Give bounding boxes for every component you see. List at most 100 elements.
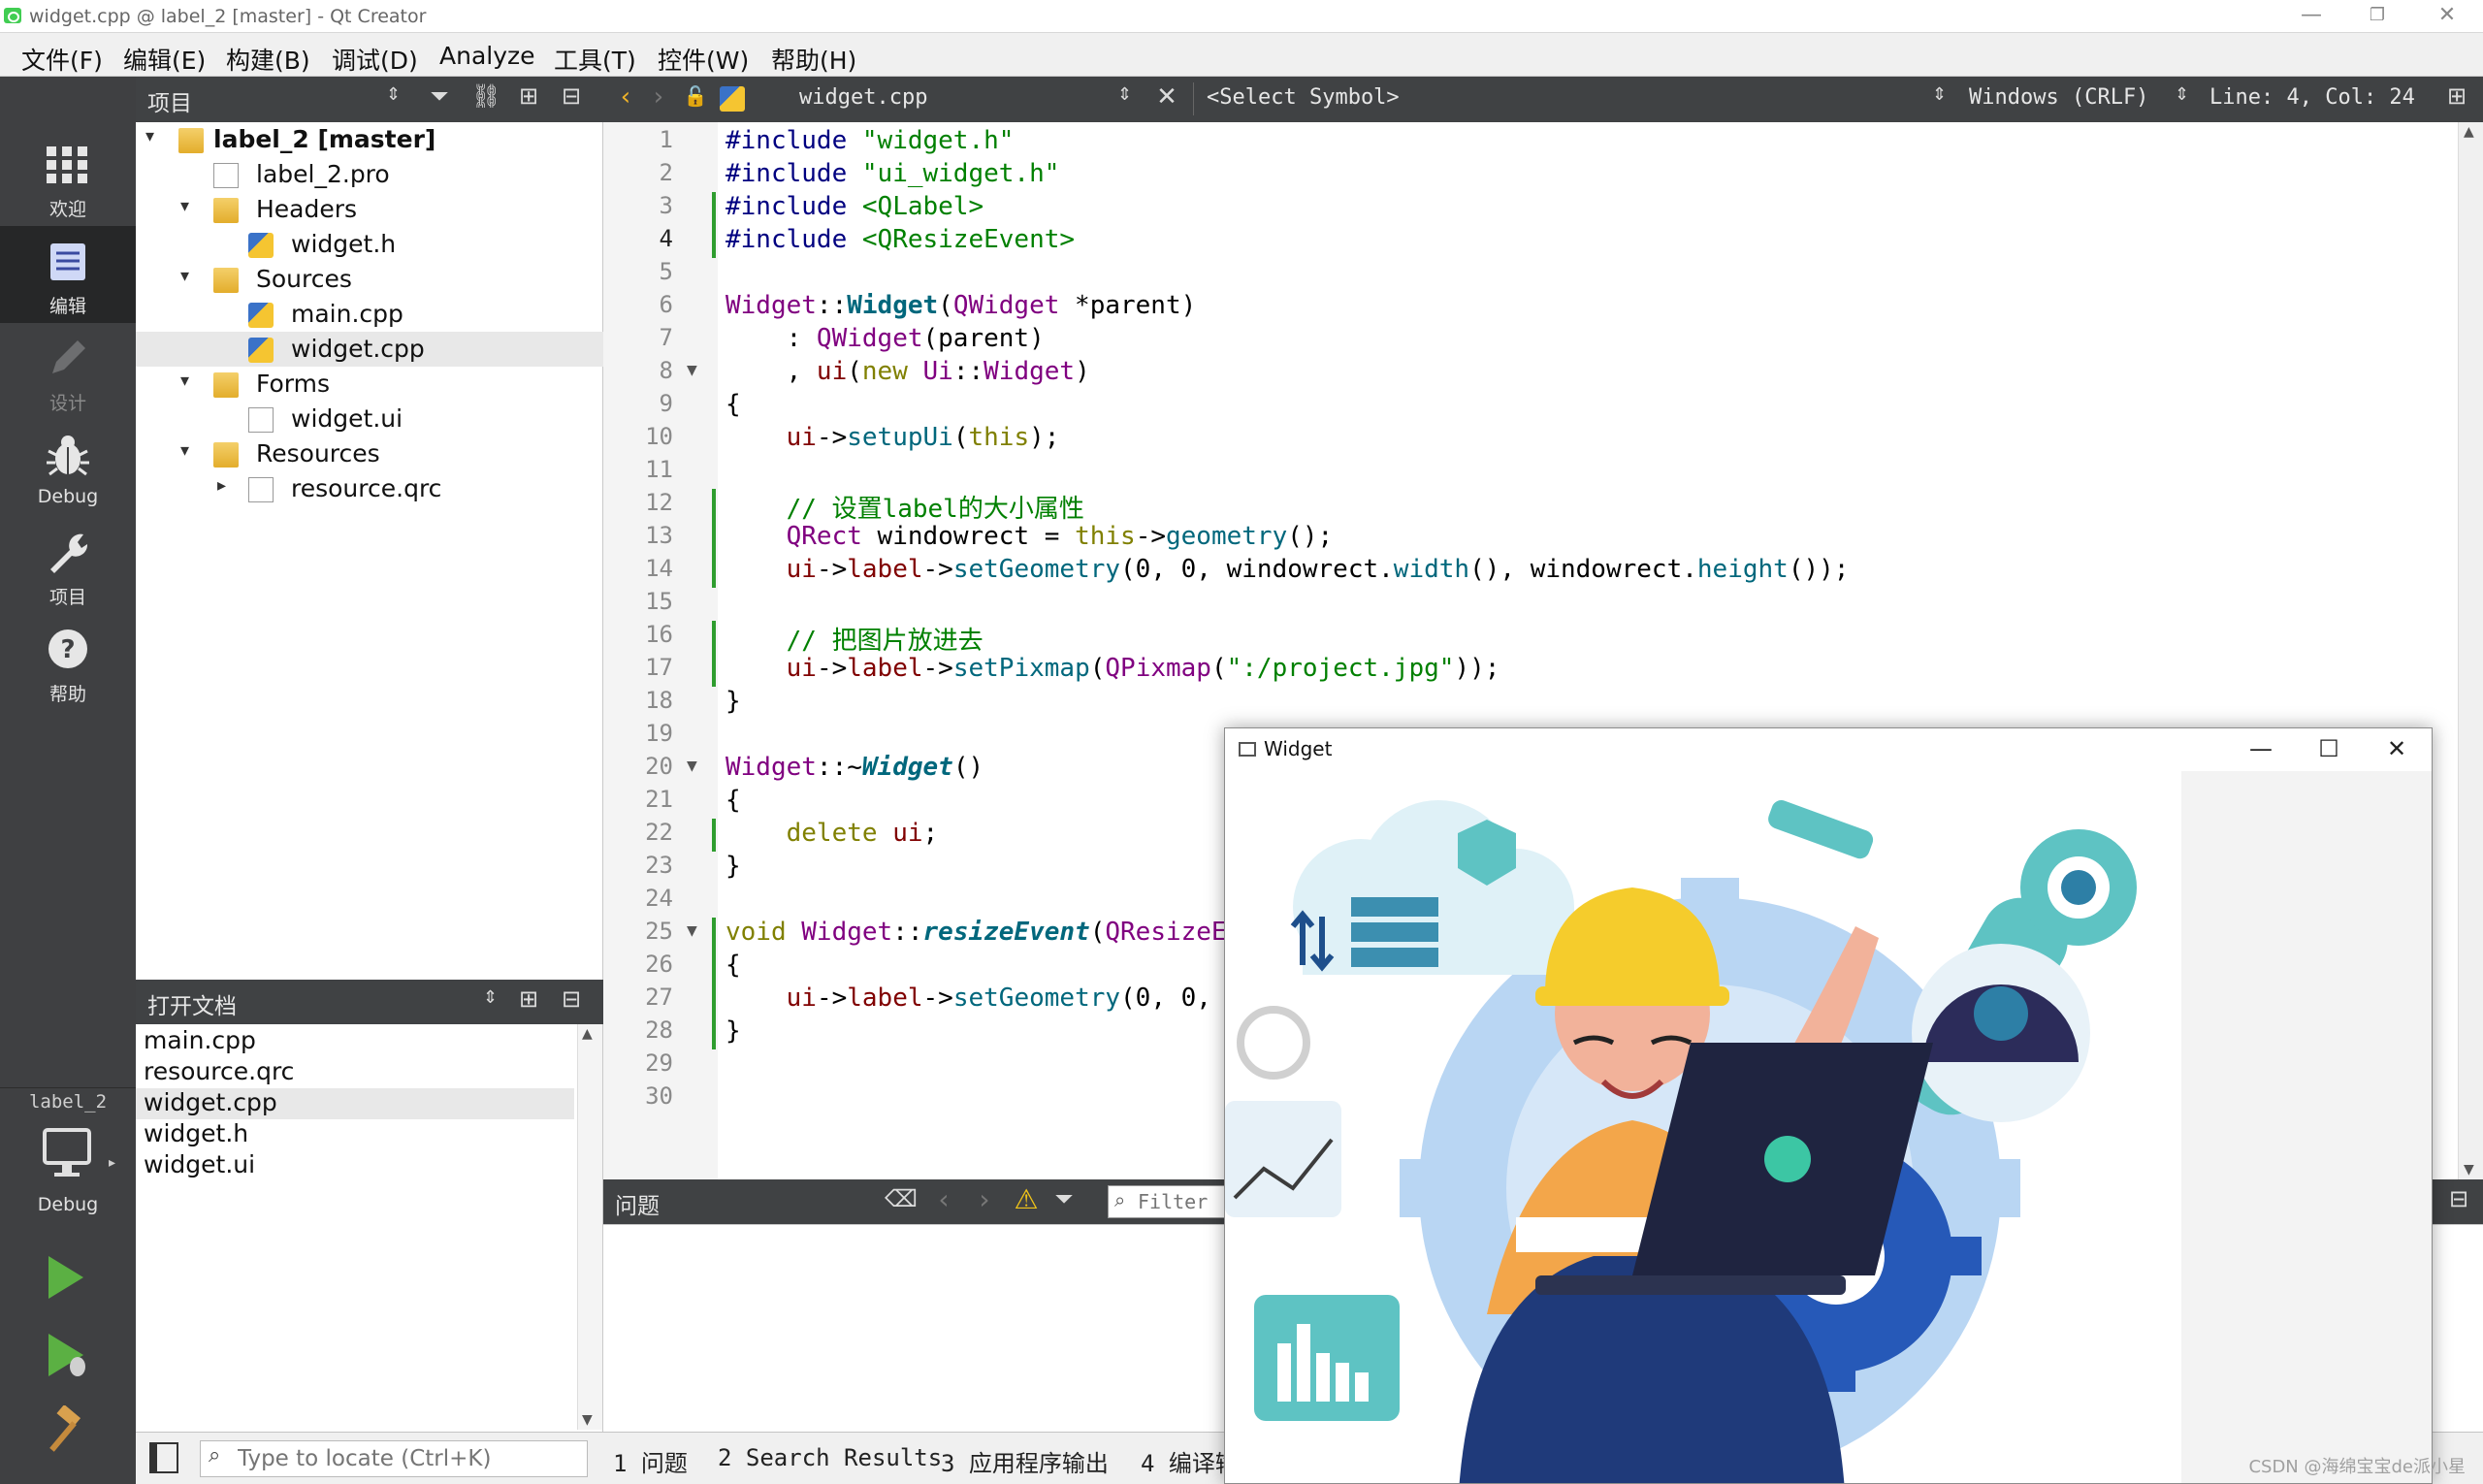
expand-arrow-icon[interactable]: ▾ [180,371,200,391]
code-line[interactable]: QRect windowrect = this->geometry(); [726,522,1334,555]
open-doc-item[interactable]: widget.ui [136,1150,574,1181]
build-button[interactable] [39,1403,93,1460]
close-pane-icon[interactable]: ⊟ [557,82,586,110]
next-issue-icon[interactable]: › [970,1183,999,1215]
warning-icon[interactable]: ⚠ [1009,1183,1044,1215]
fold-marker-icon[interactable]: ▼ [687,923,697,939]
menu-file[interactable]: 文件(F) [21,42,103,77]
code-line[interactable]: #include "ui_widget.h" [726,159,1059,192]
fold-marker-icon[interactable]: ▼ [687,363,697,378]
code-line[interactable]: ui->label->setGeometry(0, 0, windowrect.… [726,555,1850,588]
scroll-down-icon[interactable]: ▼ [2464,1162,2474,1178]
tree-item-main-cpp[interactable]: main.cpp [136,297,603,332]
tree-item-sources[interactable]: ▾ Sources [136,262,603,297]
menu-analyze[interactable]: Analyze [439,42,535,70]
back-icon[interactable]: ‹ [611,82,640,112]
filter-icon[interactable]: ⏷ [425,82,454,110]
expand-arrow-icon[interactable]: ▾ [180,196,200,216]
toggle-sidebar-icon[interactable] [149,1442,178,1473]
split-icon[interactable]: ⊞ [514,985,543,1013]
code-line[interactable]: #include "widget.h" [726,126,1014,159]
split-icon[interactable]: ⊞ [514,82,543,110]
line-ending-selector[interactable]: Windows (CRLF) [1969,85,2148,110]
status-tab-search-results[interactable]: 2 Search Results [718,1444,942,1471]
tree-item-widget-cpp[interactable]: widget.cpp [136,332,603,367]
code-line[interactable]: , ui(new Ui::Widget) [726,357,1090,390]
tree-item-resource-qrc[interactable]: ▸ resource.qrc [136,471,603,506]
prev-issue-icon[interactable]: ‹ [929,1183,958,1215]
widget-titlebar[interactable]: Widget — ☐ ✕ [1225,728,2432,771]
widget-close-button[interactable]: ✕ [2364,732,2430,767]
mode-debug[interactable]: Debug [0,420,136,517]
expand-arrow-icon[interactable]: ▾ [180,266,200,286]
restore-button[interactable]: ❐ [2345,0,2409,33]
mode-help[interactable]: ? 帮助 [0,614,136,711]
code-line[interactable]: // 把图片放进去 [726,621,984,656]
clear-icon[interactable]: ⌫ [885,1185,918,1212]
code-line[interactable]: { [726,786,741,819]
split-icon[interactable]: ⊞ [2442,82,2471,110]
expand-arrow-icon[interactable]: ▾ [180,440,200,461]
open-doc-item[interactable]: widget.h [136,1119,574,1150]
open-doc-item[interactable]: widget.cpp [136,1088,574,1119]
issues-filter-input[interactable] [1138,1190,1229,1213]
fold-marker-icon[interactable]: ▼ [687,758,697,774]
link-icon[interactable]: ⛓ [471,82,500,110]
close-file-icon[interactable]: ✕ [1152,82,1181,112]
code-line[interactable]: Widget::Widget(QWidget *parent) [726,291,1196,324]
collapse-arrow-icon[interactable]: ▸ [217,475,237,496]
open-doc-item[interactable]: main.cpp [136,1026,574,1057]
mode-welcome[interactable]: 欢迎 [0,129,136,226]
expand-arrow-icon[interactable]: ▾ [145,126,165,146]
scroll-up-icon[interactable]: ▲ [2464,124,2474,140]
mode-projects[interactable]: 项目 [0,517,136,614]
tree-item-project[interactable]: ▾ label_2 [master] [136,122,603,157]
status-tab-app-output[interactable]: 3 应用程序输出 [941,1444,1109,1478]
updown-icon[interactable]: ⇕ [2175,84,2189,105]
symbol-selector[interactable]: <Select Symbol> [1207,85,1400,110]
scroll-up-icon[interactable]: ▲ [582,1026,593,1042]
code-line[interactable]: #include <QLabel> [726,192,984,225]
menu-help[interactable]: 帮助(H) [771,42,856,77]
code-line[interactable]: } [726,1016,741,1049]
issues-filter-box[interactable]: ⌕ [1108,1185,1234,1218]
updown-icon[interactable]: ⇕ [1117,84,1132,105]
updown-icon[interactable]: ⇕ [483,987,498,1008]
tree-item-resources[interactable]: ▾ Resources [136,436,603,471]
updown-icon[interactable]: ⇕ [1932,84,1947,105]
scroll-down-icon[interactable]: ▼ [582,1412,593,1428]
debug-run-button[interactable] [39,1328,93,1382]
tree-item-pro-file[interactable]: label_2.pro [136,157,603,192]
menu-debug[interactable]: 调试(D) [332,42,418,77]
filter-icon[interactable]: ⏷ [1049,1185,1079,1212]
code-line[interactable]: } [726,687,741,720]
close-pane-icon[interactable]: ⊟ [557,985,586,1013]
open-docs-scrollbar[interactable]: ▲ ▼ [577,1024,602,1430]
kit-selector[interactable]: ▸ Debug [0,1124,136,1231]
widget-maximize-button[interactable]: ☐ [2296,732,2362,767]
code-line[interactable]: } [726,852,741,885]
status-tab-issues[interactable]: 1 问题 [613,1444,688,1478]
mode-design[interactable]: 设计 [0,323,136,420]
editor-scrollbar[interactable]: ▲ ▼ [2458,122,2483,1179]
code-line[interactable]: { [726,951,741,984]
code-line[interactable]: Widget::~Widget() [726,753,984,786]
current-file-name[interactable]: widget.cpp [799,85,927,110]
tree-item-widget-h[interactable]: widget.h [136,227,603,262]
code-line[interactable]: ui->setupUi(this); [726,423,1060,456]
code-line[interactable]: #include <QResizeEvent> [726,225,1075,258]
close-button[interactable]: ✕ [2415,0,2479,33]
code-line[interactable]: delete ui; [726,819,939,852]
run-button[interactable] [39,1250,93,1305]
tree-item-headers[interactable]: ▾ Headers [136,192,603,227]
code-line[interactable]: { [726,390,741,423]
forward-icon[interactable]: › [644,82,673,112]
locator-box[interactable]: ⌕ [200,1440,588,1477]
cursor-position[interactable]: Line: 4, Col: 24 [2209,85,2415,110]
minimize-button[interactable]: — [2279,0,2343,33]
open-doc-item[interactable]: resource.qrc [136,1057,574,1088]
code-line[interactable]: ui->label->setPixmap(QPixmap(":/project.… [726,654,1500,687]
locator-input[interactable] [238,1445,577,1472]
close-pane-icon[interactable]: ⊟ [2444,1185,2473,1212]
menu-edit[interactable]: 编辑(E) [123,42,206,77]
